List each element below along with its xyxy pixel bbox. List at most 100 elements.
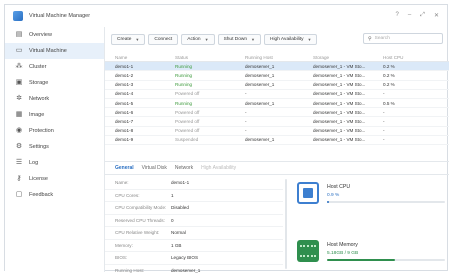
tab-network[interactable]: Network (175, 165, 193, 171)
vm-storage: demoserver_1 - VM Sto... (313, 109, 366, 115)
vm-cpu: 0.2 % (383, 82, 395, 88)
sidebar-item-license[interactable]: ⚷ License (5, 171, 104, 187)
table-row[interactable]: demo1-4 Powered off - demoserver_1 - VM Sto… (105, 90, 449, 99)
host-cpu-card: Host CPU 0.9 % (289, 182, 449, 204)
title-bar: Virtual Machine Manager ? – ⤢ ✕ (5, 5, 447, 27)
detail-row: CPU Relative Weight: Normal (105, 227, 283, 240)
high-availability-button[interactable]: High Availability ▼ (264, 33, 318, 45)
vm-status: Running (175, 82, 193, 88)
host-memory-title: Host Memory (327, 242, 358, 248)
vm-table: Name Status Running Host Storage Host CPU dem… (105, 53, 449, 145)
sidebar-item-cluster[interactable]: ⁂ Cluster (5, 59, 104, 75)
search-placeholder: Search (374, 36, 390, 41)
vm-name: demo1-7 (115, 118, 134, 124)
tab-virtual-disk[interactable]: Virtual Disk (142, 165, 167, 171)
app-logo-icon (13, 11, 23, 21)
vm-storage: demoserver_1 - VM Sto... (313, 128, 366, 134)
host-memory-card: Host Memory 5.18GB / 9 GB (289, 240, 449, 262)
vm-host: - (245, 128, 247, 134)
overview-icon: ▤ (15, 31, 23, 38)
table-row[interactable]: demo1-6 Powered off - demoserver_1 - VM Sto… (105, 108, 449, 118)
feedback-icon: ▢ (15, 191, 23, 198)
sidebar-item-label: Network (29, 96, 50, 102)
sidebar-item-label: Settings (29, 144, 49, 150)
column-header[interactable]: Host CPU (383, 55, 449, 60)
sidebar-item-feedback[interactable]: ▢ Feedback (5, 187, 104, 203)
toolbar: Create ▼ Connect Action ▼ Shut Down ▼ High … (105, 32, 449, 46)
chevron-down-icon: ▼ (135, 36, 140, 42)
sidebar-item-protection[interactable]: ◉ Protection (5, 123, 104, 139)
action-button[interactable]: Action ▼ (181, 33, 215, 45)
create-label: Create (117, 36, 132, 42)
app-title: Virtual Machine Manager (29, 13, 91, 19)
sidebar-item-label: Cluster (29, 64, 47, 70)
sidebar-item-settings[interactable]: ⚙ Settings (5, 139, 104, 155)
image-icon: ▦ (15, 111, 23, 118)
vm-cpu: - (383, 128, 385, 134)
detail-key: CPU Compatibility Mode: (115, 205, 167, 211)
tab-general[interactable]: General (115, 165, 134, 171)
shut-down-button[interactable]: Shut Down ▼ (217, 33, 261, 45)
vm-name: demo1-4 (115, 91, 134, 97)
create-button[interactable]: Create ▼ (111, 33, 146, 45)
vm-storage: demoserver_1 - VM Sto... (313, 63, 366, 69)
host-memory-value: 5.18GB / 9 GB (327, 251, 359, 256)
minimize-icon[interactable]: – (408, 12, 411, 19)
help-icon[interactable]: ? (395, 12, 398, 19)
table-row[interactable]: demo1-2 Running demoserver_1 demoserver_1 -… (105, 71, 449, 81)
sidebar: ▤ Overview ▭ Virtual Machine ⁂ Cluster ▣ Storag… (5, 27, 105, 272)
table-row[interactable]: demo1-7 Powered off - demoserver_1 - VM Sto… (105, 117, 449, 127)
sidebar-item-label: Virtual Machine (29, 48, 67, 54)
vm-cpu: 0.5 % (383, 100, 395, 106)
vm-storage: demoserver_1 - VM Sto... (313, 118, 366, 124)
detail-row: Reserved CPU Threads: 0 (105, 215, 283, 227)
vm-storage: demoserver_1 - VM Sto... (313, 91, 366, 97)
tab-high-availability: High Availability (201, 165, 237, 171)
sidebar-item-label: Log (29, 160, 39, 166)
sidebar-item-storage[interactable]: ▣ Storage (5, 75, 104, 91)
window-controls: ? – ⤢ ✕ (395, 12, 439, 19)
vm-status: Powered off (175, 128, 200, 134)
vm-host: - (245, 109, 247, 115)
column-header[interactable]: Name (105, 55, 175, 60)
vm-status: Running (175, 100, 193, 106)
sidebar-item-network[interactable]: ✲ Network (5, 91, 104, 107)
detail-key: Reserved CPU Threads: (115, 217, 165, 223)
sidebar-item-overview[interactable]: ▤ Overview (5, 27, 104, 43)
network-icon: ✲ (16, 95, 22, 102)
table-header: Name Status Running Host Storage Host CPU (105, 53, 449, 63)
vm-name: demo1-9 (115, 137, 134, 143)
vm-storage: demoserver_1 - VM Sto... (313, 72, 366, 78)
column-header[interactable]: Status (175, 55, 245, 60)
vm-cpu: 0.2 % (383, 63, 395, 69)
search-icon: ⚲ (368, 35, 372, 42)
action-label: Action (187, 36, 201, 42)
maximize-icon[interactable]: ⤢ (420, 12, 425, 19)
column-header[interactable]: Running Host (245, 55, 313, 60)
close-icon[interactable]: ✕ (434, 12, 439, 19)
vm-host: - (245, 118, 247, 124)
sidebar-item-virtual-machine[interactable]: ▭ Virtual Machine (5, 43, 104, 59)
details-scrollbar[interactable] (285, 179, 287, 269)
search-input[interactable]: ⚲ Search (363, 33, 443, 44)
high-availability-label: High Availability (270, 36, 304, 42)
host-cpu-bar-fill (327, 201, 329, 203)
connect-button[interactable]: Connect (148, 33, 179, 45)
log-icon: ☰ (15, 159, 23, 166)
column-header[interactable]: Storage (313, 55, 383, 60)
sidebar-item-log[interactable]: ☰ Log (5, 155, 104, 171)
detail-value: demo1-1 (171, 180, 190, 186)
table-row[interactable]: demo1-9 Suspended demoserver_1 demoserver_1… (105, 136, 449, 145)
sidebar-item-label: Image (29, 112, 45, 118)
main-panel: Create ▼ Connect Action ▼ Shut Down ▼ High … (105, 27, 449, 273)
sidebar-item-image[interactable]: ▦ Image (5, 107, 104, 123)
detail-row: CPU Compatibility Mode: Disabled (105, 202, 283, 215)
vm-name: demo1-1 (115, 63, 134, 69)
table-row[interactable]: demo1-1 Running demoserver_1 demoserver_1 -… (105, 62, 449, 72)
table-row[interactable]: demo1-5 Running demoserver_1 demoserver_1 -… (105, 99, 449, 109)
table-row[interactable]: demo1-8 Powered off - demoserver_1 - VM Sto… (105, 127, 449, 136)
table-row[interactable]: demo1-3 Running demoserver_1 demoserver_1 -… (105, 81, 449, 90)
vm-status: Powered off (175, 109, 200, 115)
sidebar-item-label: Protection (29, 128, 54, 134)
vm-status: Suspended (175, 137, 199, 143)
